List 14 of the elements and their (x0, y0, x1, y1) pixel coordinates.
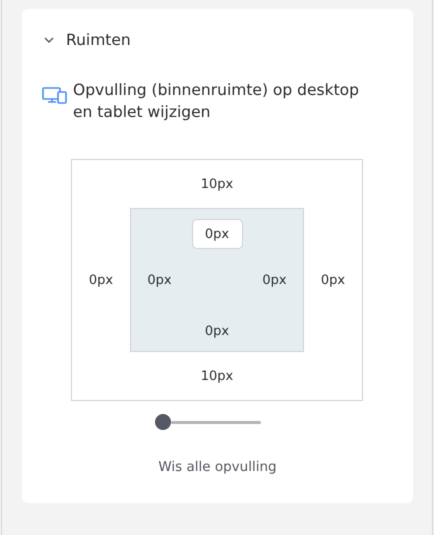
padding-value[interactable]: 0px (131, 249, 188, 311)
description-text: Opvulling (binnenruimte) op desktop en tablet wijzigen (73, 80, 360, 123)
desktop-tablet-icon (42, 87, 67, 104)
margin-value[interactable]: 10px (130, 352, 304, 400)
margin-value[interactable]: 0px (304, 208, 362, 352)
clear-padding-button[interactable]: Wis alle opvulling (154, 457, 281, 477)
slider-track[interactable] (171, 421, 261, 424)
slider-thumb[interactable] (155, 414, 171, 430)
margin-value[interactable]: 0px (72, 208, 130, 352)
padding-input[interactable]: 0px (192, 219, 242, 249)
margin-value[interactable]: 10px (130, 160, 304, 208)
padding-value[interactable]: 0px (246, 249, 303, 311)
padding-value[interactable]: 0px (188, 311, 246, 351)
section-title[interactable]: Ruimten (66, 31, 131, 49)
